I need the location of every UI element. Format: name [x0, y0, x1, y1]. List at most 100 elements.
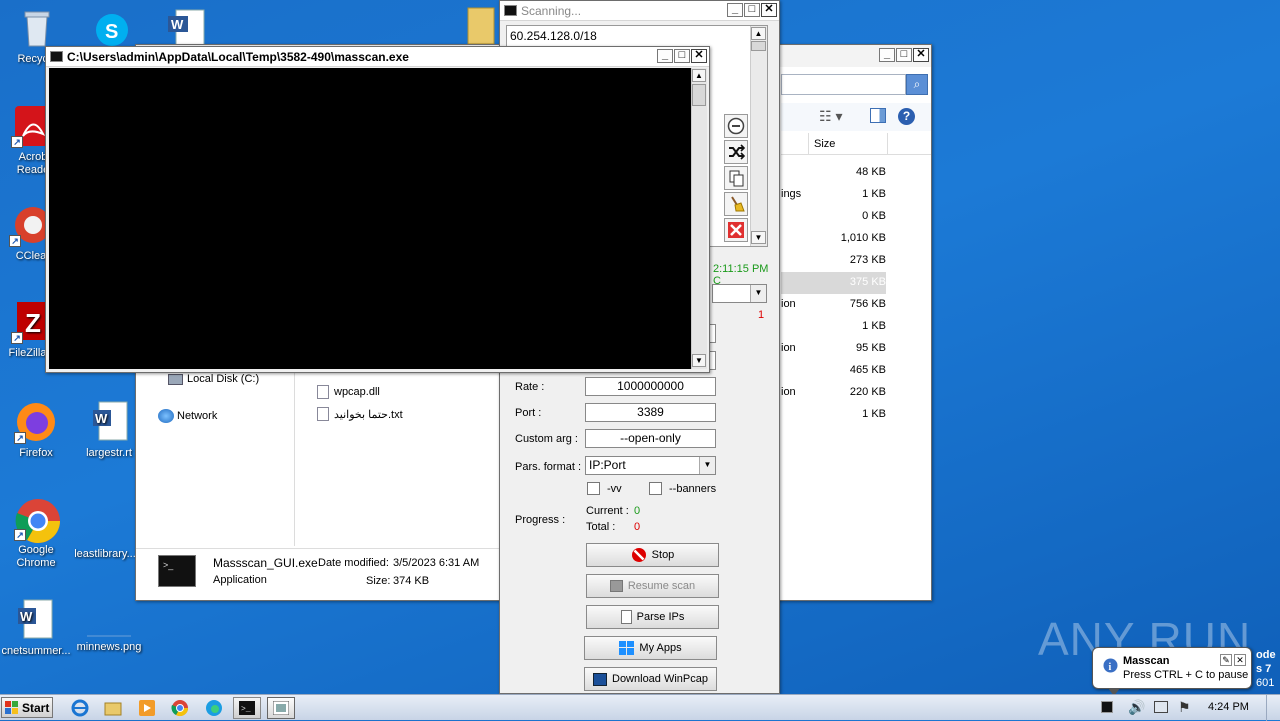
- scroll-thumb[interactable]: [751, 41, 766, 51]
- dll-file-icon: [317, 385, 329, 399]
- folder-icon[interactable]: [466, 6, 498, 46]
- close-icon[interactable]: ✕: [691, 49, 707, 63]
- view-options-icon[interactable]: ☷ ▾: [819, 108, 842, 125]
- size-cell: 220 KB: [849, 386, 886, 398]
- banners-checkbox[interactable]: [649, 482, 662, 495]
- size-cell: 273 KB: [849, 254, 886, 266]
- start-button[interactable]: Start: [1, 697, 53, 718]
- clock[interactable]: 4:24 PM: [1208, 701, 1249, 713]
- taskbar-ie-icon[interactable]: [66, 697, 94, 719]
- notification-body: Press CTRL + C to pause: [1123, 669, 1249, 681]
- ip-list-item[interactable]: 60.254.128.0/18: [510, 29, 597, 43]
- action-center-flag-icon[interactable]: ⚑: [1178, 699, 1191, 716]
- taskbar-console-icon[interactable]: >_: [233, 697, 261, 719]
- scroll-thumb[interactable]: [692, 84, 706, 106]
- custom-arg-input[interactable]: --open-only: [585, 429, 716, 448]
- size-row[interactable]: 0 KB: [781, 205, 886, 227]
- shuffle-button[interactable]: [724, 140, 748, 164]
- size-row[interactable]: 465 KB: [781, 359, 886, 381]
- notification-settings-icon[interactable]: ✎: [1220, 654, 1232, 666]
- taskbar-media-player-icon[interactable]: [133, 697, 161, 719]
- copy-button[interactable]: [724, 166, 748, 190]
- nav-network[interactable]: Network: [177, 410, 217, 422]
- clean-button[interactable]: [724, 192, 748, 216]
- maximize-icon[interactable]: □: [674, 49, 690, 63]
- shortcut-arrow-icon: ↗: [14, 432, 26, 444]
- maximize-icon[interactable]: □: [744, 3, 760, 17]
- file-readme-txt[interactable]: حتما بخوانید.txt: [334, 408, 403, 421]
- delete-button[interactable]: [724, 218, 748, 242]
- parse-ips-button[interactable]: Parse IPs: [586, 605, 719, 629]
- desktop-icon-leastlibrary[interactable]: leastlibrary...: [68, 548, 142, 561]
- size-row[interactable]: 1,010 KB: [781, 227, 886, 249]
- download-winpcap-button[interactable]: Download WinPcap: [584, 667, 717, 691]
- vv-checkbox[interactable]: [587, 482, 600, 495]
- scroll-up-arrow-icon[interactable]: ▲: [692, 69, 706, 82]
- rate-input[interactable]: 1000000000: [585, 377, 716, 396]
- preview-pane-icon[interactable]: [870, 108, 886, 123]
- desktop-icon-chrome[interactable]: ↗ Google Chrome: [0, 497, 73, 570]
- my-apps-button[interactable]: My Apps: [584, 636, 717, 660]
- notification-balloon[interactable]: i Masscan Press CTRL + C to pause ✎ ✕: [1092, 647, 1252, 689]
- taskbar-edge-icon[interactable]: [200, 697, 228, 719]
- scroll-down-arrow-icon[interactable]: ▼: [692, 354, 706, 367]
- console-output-area[interactable]: [49, 68, 691, 369]
- tray-masscan-icon[interactable]: [1101, 701, 1113, 713]
- size-row[interactable]: 273 KB: [781, 249, 886, 271]
- stop-button[interactable]: Stop: [586, 543, 719, 567]
- nav-local-disk[interactable]: Local Disk (C:): [187, 373, 259, 385]
- close-icon[interactable]: ✕: [913, 48, 929, 62]
- network-tray-icon[interactable]: [1154, 701, 1168, 713]
- shortcut-arrow-icon: ↗: [9, 235, 21, 247]
- file-wpcap-dll[interactable]: wpcap.dll: [334, 386, 380, 398]
- size-column: 48 KB ings 1 KB 0 KB 1,010 KB 273 KB 375 KB ion…: [781, 161, 886, 425]
- size-row[interactable]: ings 1 KB: [781, 183, 886, 205]
- details-size-value: 374 KB: [393, 575, 430, 587]
- word-document-icon[interactable]: W: [162, 8, 210, 47]
- taskbar-masscan-gui-icon[interactable]: [267, 697, 295, 719]
- copy-icon: [729, 170, 744, 187]
- skype-icon[interactable]: S: [90, 10, 134, 46]
- help-icon[interactable]: ?: [898, 108, 915, 125]
- minimize-icon[interactable]: _: [657, 49, 673, 63]
- chrome-icon: ↗: [14, 497, 60, 543]
- desktop-icon-minnews[interactable]: minnews.png: [72, 602, 146, 654]
- desktop-icon-cnetsummer[interactable]: W cnetsummer...: [0, 598, 73, 658]
- maximize-icon[interactable]: □: [896, 48, 912, 62]
- ip-list-scrollbar[interactable]: [750, 26, 767, 246]
- dropdown-arrow-icon[interactable]: ▼: [699, 457, 715, 474]
- size-row[interactable]: 48 KB: [781, 161, 886, 183]
- console-scrollbar[interactable]: [691, 68, 707, 369]
- progress-label: Progress :: [515, 514, 566, 526]
- taskbar-explorer-icon[interactable]: [99, 697, 127, 719]
- size-row[interactable]: 1 KB: [781, 315, 886, 337]
- minimize-icon[interactable]: _: [879, 48, 895, 62]
- size-row[interactable]: ion 220 KB: [781, 381, 886, 403]
- details-date-value: 3/5/2023 6:31 AM: [393, 557, 480, 569]
- taskbar-chrome-icon[interactable]: [166, 697, 194, 719]
- size-row[interactable]: 1 KB: [781, 403, 886, 425]
- size-cell: 756 KB: [849, 298, 886, 310]
- search-icon[interactable]: ⌕: [906, 74, 928, 95]
- size-row[interactable]: 375 KB: [781, 271, 886, 293]
- size-row[interactable]: ion 95 KB: [781, 337, 886, 359]
- resume-scan-button[interactable]: Resume scan: [586, 574, 719, 598]
- close-icon[interactable]: ✕: [761, 3, 777, 17]
- scanner-title: Scanning...: [521, 3, 582, 18]
- scroll-down-arrow-icon[interactable]: ▼: [751, 231, 766, 244]
- dropdown-arrow-icon[interactable]: ▼: [750, 285, 766, 302]
- desktop-icon-firefox[interactable]: ↗ Firefox: [0, 400, 73, 460]
- port-input[interactable]: 3389: [585, 403, 716, 422]
- column-header-size[interactable]: Size: [808, 133, 888, 155]
- show-desktop-button[interactable]: [1266, 695, 1280, 721]
- minimize-icon[interactable]: _: [727, 3, 743, 17]
- volume-icon[interactable]: 🔊: [1128, 699, 1145, 716]
- details-file-type: Application: [213, 574, 267, 586]
- pars-format-select[interactable]: IP:Port: [585, 456, 716, 475]
- scroll-up-arrow-icon[interactable]: ▲: [751, 27, 766, 40]
- notification-close-icon[interactable]: ✕: [1234, 654, 1246, 666]
- remove-button[interactable]: [724, 114, 748, 138]
- download-winpcap-label: Download WinPcap: [612, 673, 708, 685]
- search-box[interactable]: [781, 74, 906, 95]
- size-row[interactable]: ion 756 KB: [781, 293, 886, 315]
